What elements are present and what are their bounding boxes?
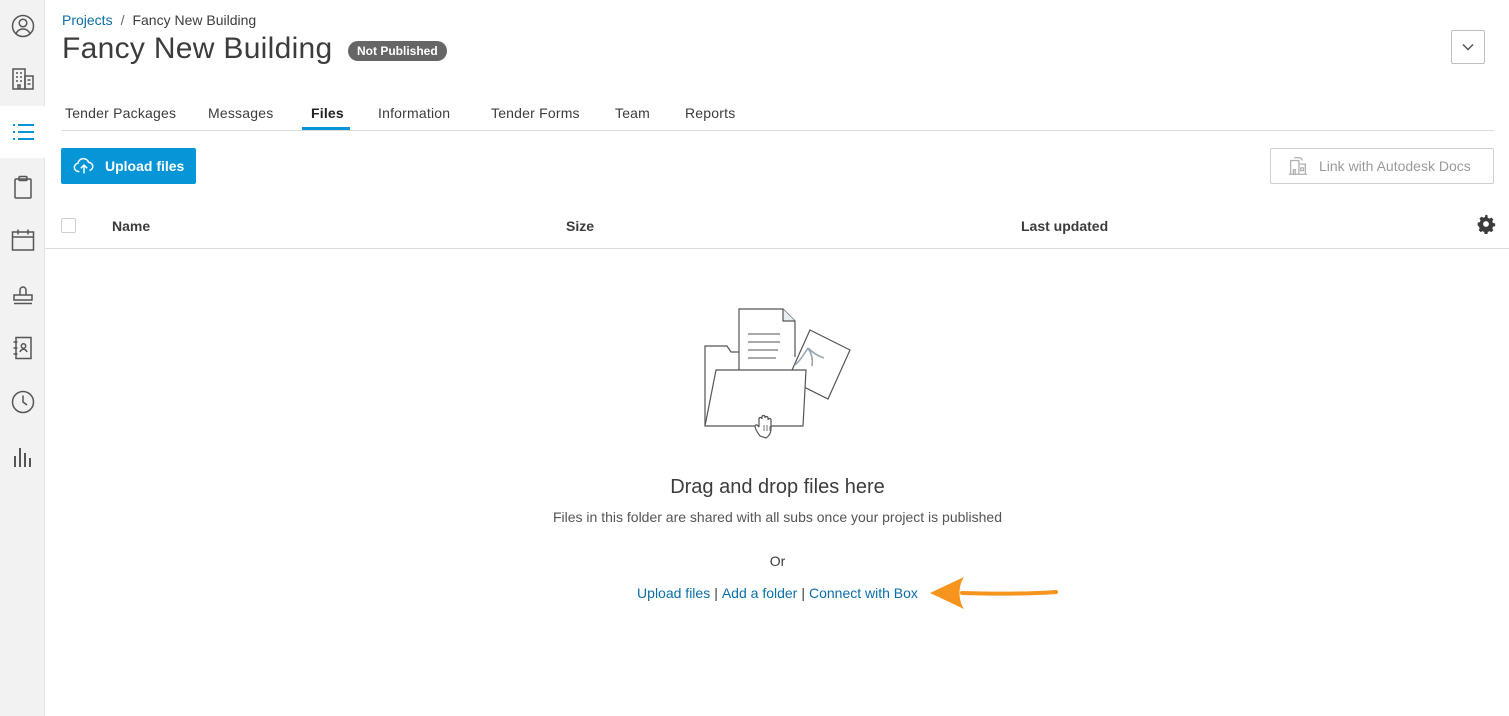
link-separator: | (714, 585, 718, 601)
clipboard-icon (10, 174, 36, 200)
cloud-upload-icon (73, 155, 95, 177)
column-header-last-updated[interactable]: Last updated (1021, 218, 1108, 234)
upload-files-label: Upload files (105, 158, 184, 174)
link-autodesk-docs-button[interactable]: Link with Autodesk Docs (1270, 148, 1494, 184)
tab-files[interactable]: Files (311, 105, 344, 121)
tab-team[interactable]: Team (615, 105, 650, 121)
rail-clipboard[interactable] (0, 161, 45, 213)
tab-information[interactable]: Information (378, 105, 450, 121)
status-badge: Not Published (348, 41, 447, 61)
breadcrumb: Projects / Fancy New Building (62, 12, 256, 28)
rail-calendar[interactable] (0, 214, 45, 266)
chevron-down-icon (1461, 40, 1475, 54)
tab-tender-forms[interactable]: Tender Forms (491, 105, 580, 121)
breadcrumb-separator: / (121, 12, 125, 28)
address-book-icon (10, 335, 36, 361)
link-separator: | (801, 585, 805, 601)
building-icon (10, 66, 36, 92)
empty-state-subtitle: Files in this folder are shared with all… (0, 509, 1509, 525)
account-icon (10, 13, 36, 39)
column-header-name[interactable]: Name (112, 218, 150, 234)
breadcrumb-projects-link[interactable]: Projects (62, 12, 113, 28)
annotation-arrow-icon (928, 574, 1060, 610)
rail-list[interactable] (0, 106, 45, 158)
column-header-size[interactable]: Size (566, 218, 594, 234)
select-all-checkbox[interactable] (61, 218, 76, 233)
header-dropdown-button[interactable] (1451, 30, 1485, 64)
page-title: Fancy New Building (62, 32, 333, 66)
rail-stamp[interactable] (0, 268, 45, 320)
tab-bar: Tender Packages Messages Files Informati… (61, 96, 1494, 131)
stamp-icon (10, 281, 36, 307)
rail-account[interactable] (0, 0, 45, 52)
add-folder-link[interactable]: Add a folder (722, 585, 798, 601)
calendar-icon (10, 227, 36, 253)
empty-state-or: Or (0, 553, 1509, 569)
rail-building[interactable] (0, 53, 45, 105)
tab-reports[interactable]: Reports (685, 105, 735, 121)
files-table-header: Name Size Last updated (45, 205, 1509, 249)
folder-documents-illustration (700, 304, 855, 444)
bar-chart-icon (10, 444, 36, 470)
empty-state-actions: Upload files|Add a folder|Connect with B… (0, 585, 1509, 601)
breadcrumb-current: Fancy New Building (132, 12, 256, 28)
link-autodesk-docs-label: Link with Autodesk Docs (1319, 158, 1471, 174)
upload-files-button[interactable]: Upload files (61, 148, 196, 184)
autodesk-docs-icon (1287, 155, 1309, 177)
upload-files-link[interactable]: Upload files (637, 585, 710, 601)
tab-messages[interactable]: Messages (208, 105, 273, 121)
connect-with-box-link[interactable]: Connect with Box (809, 585, 918, 601)
clock-icon (10, 389, 36, 415)
empty-state-title: Drag and drop files here (0, 476, 1509, 499)
tab-tender-packages[interactable]: Tender Packages (65, 105, 176, 121)
active-tab-indicator (302, 127, 350, 130)
rail-clock[interactable] (0, 376, 45, 428)
list-icon (10, 119, 36, 145)
left-nav-rail (0, 0, 45, 716)
gear-icon[interactable] (1476, 214, 1496, 234)
rail-address-book[interactable] (0, 322, 45, 374)
